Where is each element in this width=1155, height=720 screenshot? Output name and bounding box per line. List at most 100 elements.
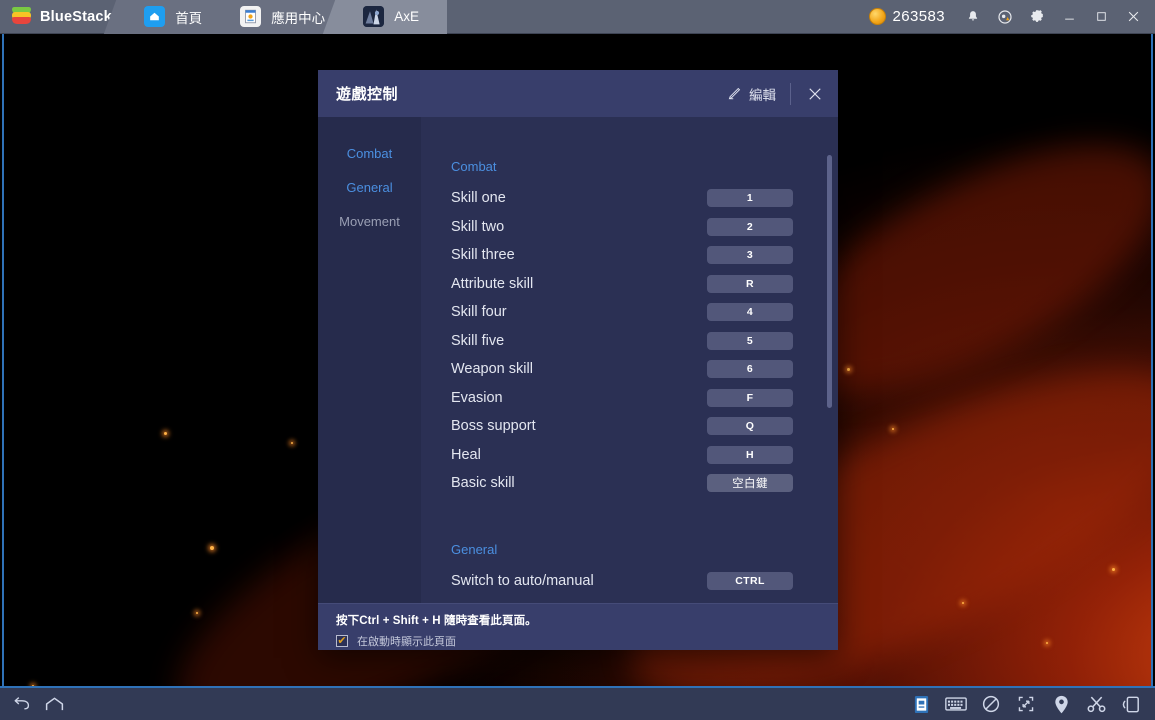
control-row[interactable]: Weapon skill 6 (421, 355, 838, 384)
ad-block-icon[interactable] (977, 691, 1005, 717)
content-scrollbar[interactable] (827, 155, 832, 603)
control-row[interactable]: Skill five 5 (421, 327, 838, 356)
group-title-combat: Combat (451, 159, 497, 174)
dialog-content: Combat Skill one 1 Skill two 2 Skill thr… (421, 117, 838, 603)
key-binding[interactable]: 4 (707, 303, 793, 322)
key-binding[interactable]: 1 (707, 189, 793, 208)
tab-strip: 首頁 應用中心 AxE (122, 0, 447, 34)
settings-gear-icon[interactable] (1021, 0, 1053, 34)
key-binding[interactable]: 6 (707, 360, 793, 379)
sidebar-item-general[interactable]: General (318, 177, 421, 198)
dialog-header-actions: 編輯 (713, 70, 838, 117)
particle (210, 546, 214, 550)
coin-balance[interactable]: 263583 (868, 8, 945, 25)
dialog-footer: 按下Ctrl + Shift + H 隨時查看此頁面。 ✔ 在啟動時顯示此頁面 (318, 603, 838, 650)
pencil-icon (728, 87, 741, 100)
tab-axe-label: AxE (394, 9, 419, 24)
shake-device-icon[interactable] (1117, 691, 1145, 717)
key-binding[interactable]: 5 (707, 331, 793, 350)
key-binding[interactable]: F (707, 388, 793, 407)
show-on-startup-row[interactable]: ✔ 在啟動時顯示此頁面 (336, 633, 838, 649)
key-binding[interactable]: R (707, 274, 793, 293)
sidebar-item-movement[interactable]: Movement (318, 211, 421, 232)
close-icon (808, 87, 821, 100)
control-label: Skill five (451, 332, 505, 349)
control-label: Skill four (451, 304, 507, 321)
close-icon[interactable] (1117, 0, 1149, 34)
coin-amount: 263583 (892, 8, 945, 25)
control-row[interactable]: Heal H (421, 441, 838, 470)
show-on-startup-checkbox[interactable]: ✔ (336, 635, 348, 647)
control-row[interactable]: Attribute skill R (421, 270, 838, 299)
fullscreen-icon[interactable] (1012, 691, 1040, 717)
location-pin-icon[interactable] (1047, 691, 1075, 717)
home-icon[interactable] (40, 691, 68, 717)
control-label: Skill one (451, 190, 506, 207)
particle (847, 368, 850, 371)
checkmark-icon: ✔ (337, 634, 347, 647)
tab-axe[interactable]: AxE (341, 0, 447, 34)
particle (892, 428, 894, 430)
dialog-close-button[interactable] (791, 70, 838, 117)
particle (962, 602, 964, 604)
game-icon (363, 6, 385, 27)
control-label: Basic skill (451, 475, 515, 492)
install-apk-icon[interactable] (907, 691, 935, 717)
control-label: Evasion (451, 389, 503, 406)
dialog-title: 遊戲控制 (336, 86, 399, 103)
bluestacks-window: BlueStacks 首頁 應用中心 AxE 263583 遊戲控制 編輯 Co… (0, 0, 1155, 720)
group-title-general: General (451, 541, 498, 557)
key-binding[interactable]: CTRL (707, 571, 793, 590)
bottom-right-buttons (907, 691, 1155, 717)
control-row[interactable]: Basic skill 空白鍵 (421, 469, 838, 498)
particle (164, 432, 167, 435)
home-icon (144, 6, 166, 27)
control-label: Heal (451, 446, 481, 463)
bottom-toolbar (0, 686, 1155, 720)
control-row[interactable]: Switch to auto/manual CTRL (421, 567, 838, 596)
keyboard-controls-icon[interactable] (942, 691, 970, 717)
control-label: Skill three (451, 247, 515, 264)
maximize-icon[interactable] (1085, 0, 1117, 34)
app-center-icon (240, 6, 262, 27)
key-binding[interactable]: 2 (707, 217, 793, 236)
bottom-left-buttons (0, 691, 68, 717)
particle (1046, 642, 1048, 644)
dialog-sidebar: Combat General Movement (318, 117, 421, 603)
control-row[interactable]: Boss support Q (421, 412, 838, 441)
key-binding[interactable]: 空白鍵 (707, 474, 793, 493)
notifications-bell-icon[interactable] (957, 0, 989, 34)
key-binding[interactable]: 3 (707, 246, 793, 265)
minimize-icon[interactable] (1053, 0, 1085, 34)
scrollbar-thumb[interactable] (827, 155, 832, 408)
control-row[interactable]: Skill four 4 (421, 298, 838, 327)
screenshot-scissors-icon[interactable] (1082, 691, 1110, 717)
control-label: Skill two (451, 218, 505, 235)
key-binding[interactable]: Q (707, 417, 793, 436)
back-icon[interactable] (8, 691, 36, 717)
key-binding[interactable]: H (707, 445, 793, 464)
particle (196, 612, 198, 614)
game-controls-dialog: 遊戲控制 編輯 Combat General Movement Combat S… (318, 70, 838, 650)
bluestacks-logo-icon (12, 7, 31, 26)
control-row[interactable]: Skill one 1 (421, 184, 838, 213)
coin-icon (868, 8, 886, 25)
control-label: Weapon skill (451, 361, 533, 378)
sidebar-item-combat[interactable]: Combat (318, 143, 421, 164)
footer-hint-text: 按下Ctrl + Shift + H 隨時查看此頁面。 (336, 615, 537, 627)
edit-button[interactable]: 編輯 (713, 81, 790, 107)
title-bar: BlueStacks 首頁 應用中心 AxE 263583 (0, 0, 1155, 34)
control-row[interactable]: Skill three 3 (421, 241, 838, 270)
particle (291, 442, 293, 444)
tab-app-center-label: 應用中心 (271, 10, 326, 26)
control-row[interactable]: Skill two 2 (421, 213, 838, 242)
control-row[interactable]: Evasion F (421, 384, 838, 413)
control-label: Switch to auto/manual (451, 572, 594, 589)
control-label: Attribute skill (451, 275, 534, 292)
particle (1112, 568, 1115, 571)
controls-scroll-area[interactable]: Combat Skill one 1 Skill two 2 Skill thr… (421, 117, 838, 603)
edit-button-label: 編輯 (749, 87, 776, 103)
help-icon[interactable] (989, 0, 1021, 34)
dialog-body: Combat General Movement Combat Skill one… (318, 117, 838, 603)
tab-home-label: 首頁 (175, 10, 203, 26)
